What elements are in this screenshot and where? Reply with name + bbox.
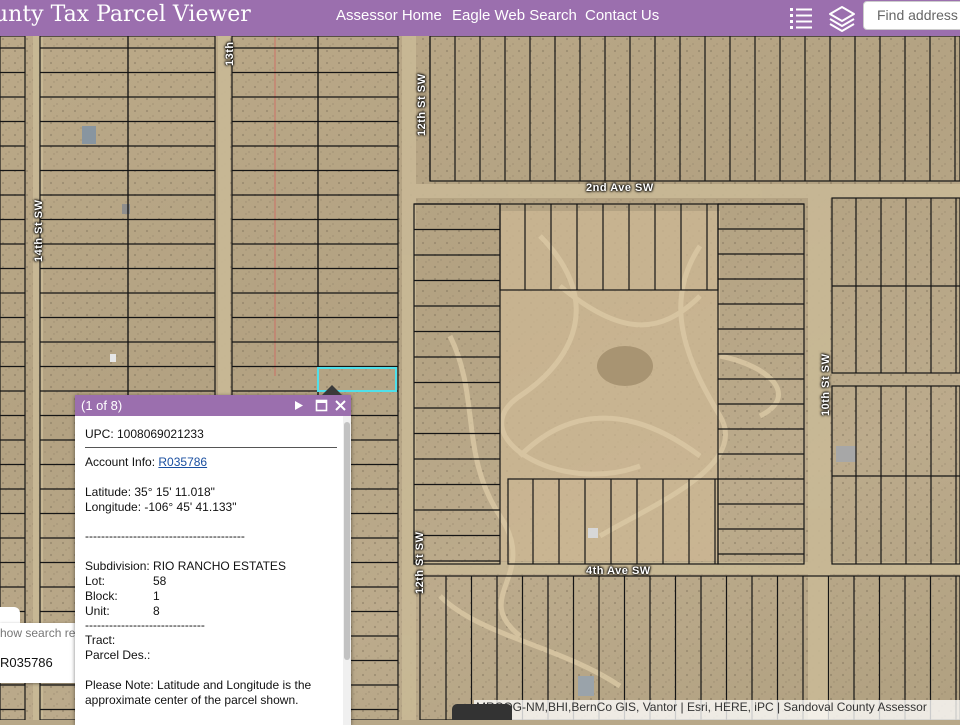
block-label: Block:: [85, 589, 118, 603]
street-label-12th-st-sw-south: 12th St SW: [414, 531, 426, 594]
street-label-14th-st-sw: 14th St SW: [33, 199, 45, 262]
unit-value: 8: [153, 604, 160, 618]
nav-assessor-home[interactable]: Assessor Home: [336, 7, 442, 24]
street-label-13th: 13th: [224, 41, 236, 66]
lot-label: Lot:: [85, 574, 106, 588]
popup-divider: [85, 447, 337, 448]
street-label-10th-st-sw: 10th St SW: [820, 353, 832, 416]
attribution-toggle[interactable]: [452, 704, 512, 720]
note-line-2: approximate center of the parcel shown.: [85, 693, 299, 707]
parcel-des-text: Parcel Des.:: [85, 648, 151, 662]
list-icon[interactable]: [788, 4, 816, 32]
separator-line-2: ------------------------------: [85, 618, 205, 632]
unit-row: Unit: 8: [85, 604, 160, 618]
block-value: 1: [153, 589, 160, 603]
find-address-box[interactable]: [863, 1, 960, 30]
longitude-text: Longitude: -106° 45' 41.133": [85, 500, 237, 514]
latitude-text: Latitude: 35° 15' 11.018": [85, 485, 215, 499]
block-row: Block: 1: [85, 589, 160, 603]
maximize-icon[interactable]: [315, 399, 328, 412]
account-info-label: Account Info:: [85, 455, 159, 469]
nav-contact-us[interactable]: Contact Us: [585, 7, 659, 24]
close-icon[interactable]: [334, 399, 347, 412]
lot-value: 58: [153, 574, 167, 588]
nav-eagle-web-search[interactable]: Eagle Web Search: [452, 7, 577, 24]
account-info-link[interactable]: R035786: [158, 455, 207, 469]
popup-header: (1 of 8): [75, 395, 351, 416]
note-line-1: Please Note: Latitude and Longitude is t…: [85, 678, 312, 692]
popup-content: UPC: 1008069021233 Account Info: R035786…: [75, 416, 343, 725]
next-feature-icon[interactable]: [292, 399, 305, 412]
tract-text: Tract:: [85, 633, 116, 647]
street-label-4th-ave-sw: 4th Ave SW: [586, 565, 651, 577]
popup-scrollbar-thumb[interactable]: [344, 422, 350, 660]
find-address-input[interactable]: [875, 6, 960, 24]
search-results-widget: how search re R035786: [0, 623, 76, 683]
street-label-2nd-ave-sw: 2nd Ave SW: [586, 182, 654, 194]
parcel-popup: (1 of 8) UPC: 1008069021233 Account Info…: [75, 395, 351, 725]
unit-label: Unit:: [85, 604, 110, 618]
lot-row: Lot: 58: [85, 574, 166, 588]
popup-scrollbar[interactable]: [343, 416, 351, 725]
layers-icon[interactable]: [828, 4, 856, 32]
separator-line: ----------------------------------------: [85, 529, 245, 543]
search-result-value[interactable]: R035786: [0, 655, 76, 677]
show-search-results-input[interactable]: how search re: [0, 626, 76, 648]
popup-pointer: [322, 385, 342, 395]
map-attribution: MRCOG-NM,BHI,BernCo GIS, Vantor | Esri, …: [474, 700, 960, 720]
subdivision-text: Subdivision: RIO RANCHO ESTATES: [85, 559, 286, 573]
upc-text: UPC: 1008069021233: [85, 427, 204, 441]
app-title: unty Tax Parcel Viewer: [0, 2, 251, 27]
app-header: unty Tax Parcel Viewer Assessor Home Eag…: [0, 0, 960, 36]
popup-feature-count: (1 of 8): [81, 398, 123, 413]
account-info-row: Account Info: R035786: [85, 455, 207, 469]
street-label-12th-st-sw-north: 12th St SW: [416, 73, 428, 136]
